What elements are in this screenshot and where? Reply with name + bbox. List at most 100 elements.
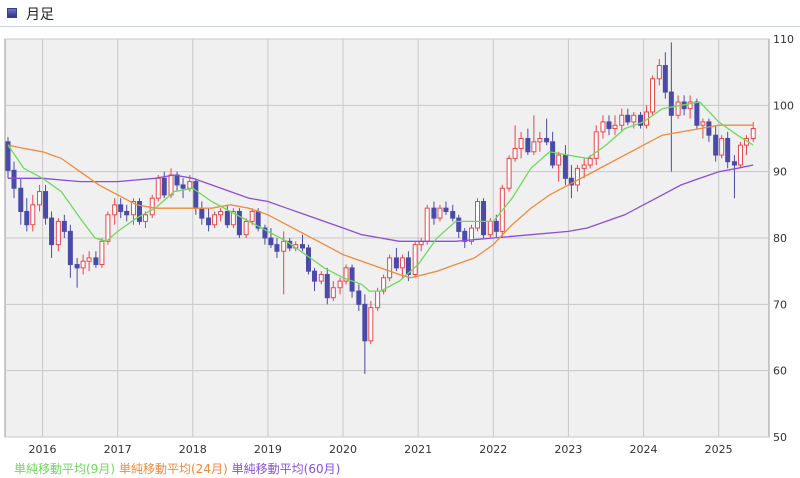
legend-ma9: 単純移動平均(9月) — [14, 462, 115, 476]
candle-body-up — [518, 138, 524, 149]
candle-body-up — [375, 290, 381, 309]
candlestick-chart: 2016 2017 2018 2019 2020 2021 2022 2023 2024 2025… — [4, 33, 794, 456]
candle-body-up — [99, 240, 105, 266]
candle-body-up — [105, 214, 111, 242]
candle — [469, 224, 475, 245]
candle-body-up — [142, 214, 148, 222]
x-tick-label: 2023 — [554, 443, 582, 456]
candle — [650, 75, 656, 116]
legend-ma24: 単純移動平均(24月) — [119, 462, 228, 476]
candle-body-down — [544, 138, 550, 143]
candle — [719, 135, 725, 159]
candle-body-up — [737, 144, 743, 166]
candle-body-down — [74, 264, 80, 269]
candle-body-down — [206, 217, 212, 226]
candle-body-down — [67, 230, 73, 266]
candle-body-up — [30, 204, 36, 226]
candle-body-up — [631, 114, 637, 123]
candle-body-down — [299, 244, 305, 249]
candle-body-down — [180, 184, 186, 189]
candle-body-up — [249, 210, 255, 222]
candle-body-down — [174, 174, 180, 186]
candle — [136, 198, 142, 225]
candle-body-up — [243, 220, 249, 236]
x-tick-label: 2021 — [404, 443, 432, 456]
y-tick-label: 70 — [773, 298, 787, 311]
candle-body-up — [368, 307, 374, 342]
candle-body-up — [593, 131, 599, 159]
candle-body-down — [443, 207, 449, 212]
candle — [475, 198, 481, 232]
candle-body-down — [356, 290, 362, 305]
candle-body-down — [668, 91, 674, 116]
x-tick-label: 2016 — [29, 443, 57, 456]
candle-body-down — [525, 138, 531, 153]
candle-body-down — [481, 201, 487, 236]
candle-body-down — [562, 154, 568, 179]
candle-body-up — [512, 147, 518, 159]
candle-body-down — [43, 191, 49, 219]
candle-body-down — [625, 114, 631, 123]
candle-body-down — [199, 207, 205, 219]
candle-body-up — [281, 240, 287, 252]
candle-body-up — [656, 65, 662, 80]
legend-ma60: 単純移動平均(60月) — [231, 462, 341, 476]
candle-body-up — [700, 121, 706, 126]
candle — [481, 198, 487, 238]
legend: 単純移動平均(9月) 単純移動平均(24月) 単純移動平均(60月) — [14, 460, 344, 477]
candle-body-down — [694, 101, 700, 126]
candle — [305, 244, 311, 275]
candle-body-down — [24, 210, 30, 226]
x-tick-label: 2020 — [329, 443, 357, 456]
candle-body-down — [662, 65, 668, 93]
candle-body-up — [387, 257, 393, 279]
candle-body-down — [161, 177, 167, 196]
candle-body-up — [424, 207, 430, 242]
candle-body-up — [537, 138, 543, 143]
candle-body-down — [61, 220, 67, 232]
candle — [155, 174, 161, 202]
candle-body-up — [531, 141, 537, 153]
y-axis-ticks: 110 100 90 80 70 60 50 — [773, 33, 794, 444]
candle-body-down — [706, 121, 712, 136]
candle-body-down — [274, 244, 280, 252]
candle-body-up — [155, 177, 161, 199]
candle-body-up — [506, 157, 512, 189]
candle-body-down — [393, 257, 399, 269]
candle-body-up — [619, 114, 625, 126]
x-tick-label: 2024 — [630, 443, 658, 456]
candle-body-down — [11, 169, 17, 189]
candle-body-up — [719, 138, 725, 156]
x-tick-label: 2025 — [705, 443, 733, 456]
candle-body-down — [550, 141, 556, 166]
candle-body-down — [312, 270, 318, 282]
candle — [149, 194, 155, 219]
candle-body-up — [574, 167, 580, 186]
x-tick-label: 2017 — [104, 443, 132, 456]
candle-body-up — [330, 287, 336, 299]
candle — [387, 254, 393, 282]
candle-body-down — [493, 220, 499, 232]
candle-body-down — [725, 138, 731, 163]
candle-body-up — [750, 128, 756, 140]
candle — [236, 208, 242, 238]
candle-body-down — [124, 210, 130, 216]
candle-body-down — [713, 134, 719, 156]
candle — [230, 208, 236, 229]
candle-body-down — [224, 210, 230, 226]
candle — [424, 204, 430, 245]
candle-body-up — [168, 174, 174, 196]
y-tick-label: 100 — [773, 99, 794, 112]
y-tick-label: 90 — [773, 166, 787, 179]
candle-body-up — [612, 124, 618, 130]
candle-body-down — [450, 210, 456, 219]
candle — [737, 141, 743, 169]
candle-body-down — [193, 181, 199, 209]
x-tick-label: 2022 — [479, 443, 507, 456]
candle-body-up — [650, 78, 656, 113]
candle-body-down — [305, 247, 311, 272]
candle-body-down — [268, 237, 274, 246]
candle-body-up — [218, 210, 224, 216]
candle-body-up — [556, 154, 562, 166]
candle-body-up — [475, 201, 481, 229]
